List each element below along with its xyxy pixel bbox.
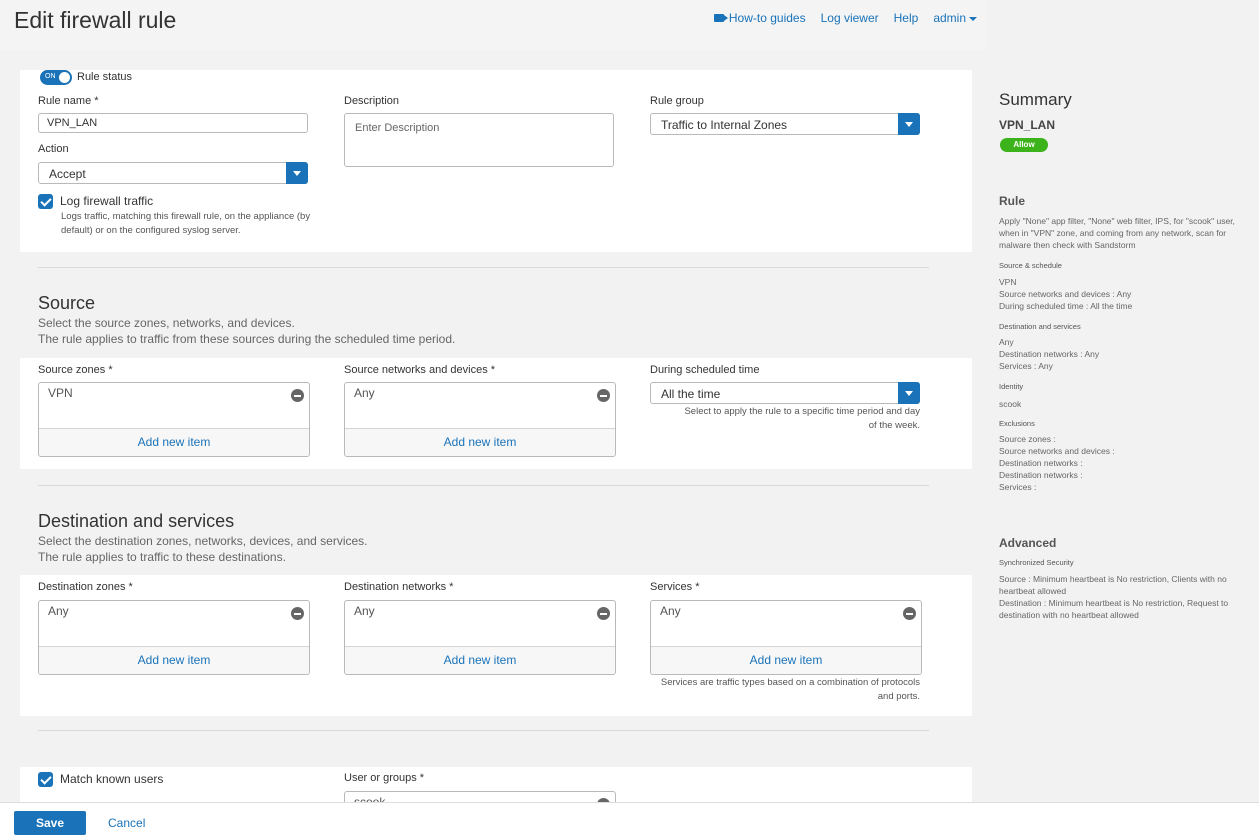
page-header: Edit firewall rule How-to guides Log vie… xyxy=(0,0,987,50)
divider xyxy=(38,485,929,486)
summary-advanced-sub: Synchronized Security xyxy=(999,558,1074,567)
list-item: Any xyxy=(660,604,681,618)
summary-exclusion-line: Source networks and devices : xyxy=(999,446,1115,456)
description-textarea[interactable]: Enter Description xyxy=(344,113,614,167)
destination-zones-label: Destination zones * xyxy=(38,581,133,593)
log-viewer-link[interactable]: Log viewer xyxy=(821,11,879,25)
match-users-label: Match known users xyxy=(60,772,164,786)
remove-icon[interactable] xyxy=(597,607,610,620)
list-item: Any xyxy=(48,604,69,618)
destination-zones-list: Any Add new item xyxy=(38,600,310,675)
summary-source-line: Source networks and devices : Any xyxy=(999,289,1132,299)
add-source-network-button[interactable]: Add new item xyxy=(345,428,615,456)
destination-title: Destination and services xyxy=(38,511,235,531)
video-camera-icon xyxy=(713,13,728,22)
source-networks-list: Any Add new item xyxy=(344,382,616,457)
destination-desc-2: The rule applies to traffic to these des… xyxy=(38,550,286,564)
services-label: Services * xyxy=(650,581,700,593)
schedule-help: Select to apply the rule to a specific t… xyxy=(684,406,920,431)
schedule-label: During scheduled time xyxy=(650,364,760,376)
toggle-knob xyxy=(59,72,70,83)
rule-form: ON Rule status Rule name * VPN_LAN Descr… xyxy=(0,50,990,802)
chevron-down-icon xyxy=(898,382,920,404)
add-service-button[interactable]: Add new item xyxy=(651,646,921,674)
list-item: Any xyxy=(354,604,375,618)
summary-panel: Summary VPN_LAN Allow Rule Apply "None" … xyxy=(999,0,1254,802)
rule-name-input[interactable]: VPN_LAN xyxy=(38,113,308,133)
summary-title: Summary xyxy=(999,90,1072,109)
source-title: Source xyxy=(38,293,96,313)
chevron-down-icon xyxy=(286,162,308,184)
log-traffic-label: Log firewall traffic xyxy=(60,194,154,208)
source-desc-2: The rule applies to traffic from these s… xyxy=(38,332,456,346)
summary-rule-text: Apply "None" app filter, "None" web filt… xyxy=(999,216,1235,250)
add-source-zone-button[interactable]: Add new item xyxy=(39,428,309,456)
summary-exclusion-line: Services : xyxy=(999,482,1037,492)
source-zones-list: VPN Add new item xyxy=(38,382,310,457)
summary-source-heading: Source & schedule xyxy=(999,261,1062,270)
add-destination-zone-button[interactable]: Add new item xyxy=(39,646,309,674)
footer-bar: Save Cancel xyxy=(0,802,1259,838)
summary-destination-heading: Destination and services xyxy=(999,322,1081,331)
users-label: User or groups * xyxy=(344,772,425,784)
summary-destination-line: Services : Any xyxy=(999,361,1053,371)
destination-networks-list: Any Add new item xyxy=(344,600,616,675)
remove-icon[interactable] xyxy=(597,389,610,402)
summary-destination-line: Destination networks : Any xyxy=(999,349,1100,359)
summary-exclusion-line: Source zones : xyxy=(999,434,1056,444)
divider xyxy=(38,267,929,268)
description-label: Description xyxy=(344,95,400,107)
cancel-button[interactable]: Cancel xyxy=(108,816,145,830)
rule-status-label: Rule status xyxy=(77,71,133,83)
rule-group-label: Rule group xyxy=(650,95,704,107)
rule-group-select[interactable]: Traffic to Internal Zones xyxy=(650,113,920,135)
page-title: Edit firewall rule xyxy=(14,7,177,33)
action-label: Action xyxy=(38,143,69,155)
summary-advanced-heading: Advanced xyxy=(999,536,1057,550)
users-list: scook xyxy=(344,791,616,802)
source-networks-label: Source networks and devices * xyxy=(344,364,496,376)
summary-identity-heading: Identity xyxy=(999,382,1024,391)
summary-rule-name: VPN_LAN xyxy=(999,118,1056,132)
schedule-select[interactable]: All the time xyxy=(650,382,920,404)
summary-advanced-source: Source : Minimum heartbeat is No restric… xyxy=(999,574,1227,596)
list-item: scook xyxy=(354,795,386,802)
log-traffic-help: Logs traffic, matching this firewall rul… xyxy=(61,211,311,236)
summary-identity-value: scook xyxy=(999,399,1022,409)
save-button[interactable]: Save xyxy=(14,811,86,835)
howto-guides-link[interactable]: How-to guides xyxy=(713,11,806,25)
summary-source-line: VPN xyxy=(999,277,1017,287)
remove-icon[interactable] xyxy=(291,389,304,402)
rule-status-toggle[interactable]: ON xyxy=(40,70,72,85)
list-item: VPN xyxy=(48,386,73,400)
destination-desc-1: Select the destination zones, networks, … xyxy=(38,534,368,548)
match-users-checkbox[interactable] xyxy=(38,772,53,787)
source-desc-1: Select the source zones, networks, and d… xyxy=(38,316,295,330)
status-badge: Allow xyxy=(1000,138,1048,152)
services-help: Services are traffic types based on a co… xyxy=(660,677,920,702)
action-select[interactable]: Accept xyxy=(38,162,308,184)
summary-exclusion-line: Destination networks : xyxy=(999,458,1083,468)
summary-destination-line: Any xyxy=(999,337,1014,347)
top-nav: How-to guides Log viewer Help admin xyxy=(713,11,977,25)
remove-icon[interactable] xyxy=(903,607,916,620)
list-item: Any xyxy=(354,386,375,400)
chevron-down-icon xyxy=(969,16,977,21)
remove-icon[interactable] xyxy=(291,607,304,620)
summary-rule-heading: Rule xyxy=(999,194,1026,208)
rule-name-label: Rule name * xyxy=(38,95,99,107)
divider xyxy=(38,730,929,731)
chevron-down-icon xyxy=(898,113,920,135)
summary-exclusion-line: Destination networks : xyxy=(999,470,1083,480)
summary-source-line: During scheduled time : All the time xyxy=(999,301,1133,311)
destination-networks-label: Destination networks * xyxy=(344,581,454,593)
summary-exclusions-heading: Exclusions xyxy=(999,419,1035,428)
services-list: Any Add new item xyxy=(650,600,922,675)
help-link[interactable]: Help xyxy=(894,11,919,25)
summary-advanced-destination: Destination : Minimum heartbeat is No re… xyxy=(999,598,1229,620)
source-zones-label: Source zones * xyxy=(38,364,113,376)
log-traffic-checkbox[interactable] xyxy=(38,194,53,209)
add-destination-network-button[interactable]: Add new item xyxy=(345,646,615,674)
user-menu[interactable]: admin xyxy=(933,11,977,25)
